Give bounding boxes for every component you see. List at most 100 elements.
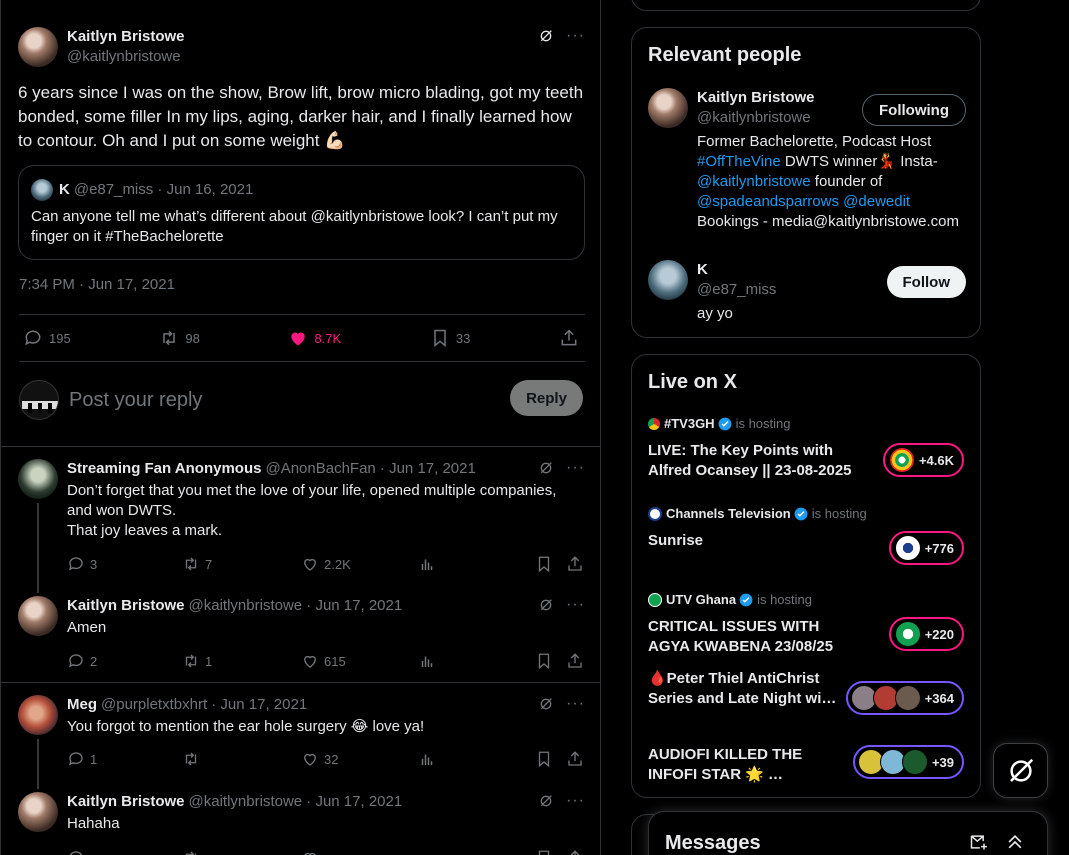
avatar[interactable] bbox=[18, 792, 58, 832]
bookmark-action[interactable] bbox=[535, 555, 553, 573]
listener-avatar bbox=[894, 685, 921, 711]
repost-action[interactable]: 7 bbox=[182, 555, 212, 573]
repost-count: 7 bbox=[205, 556, 213, 572]
grok-icon[interactable] bbox=[538, 28, 554, 44]
more-options-icon[interactable]: ··· bbox=[566, 596, 585, 614]
grok-icon[interactable] bbox=[538, 597, 554, 613]
mention-link[interactable]: @spadeandsparrows bbox=[697, 193, 839, 210]
avatar[interactable] bbox=[18, 27, 58, 67]
listener-pill[interactable]: +364 bbox=[845, 681, 964, 715]
grok-icon[interactable] bbox=[538, 793, 554, 809]
views-action[interactable] bbox=[418, 555, 436, 573]
share-icon bbox=[570, 850, 580, 855]
live-item[interactable]: 🩸Peter Thiel AntiChrist Series and Late … bbox=[648, 669, 964, 715]
more-options-icon[interactable]: ··· bbox=[566, 459, 585, 477]
repost-count: 1 bbox=[205, 653, 213, 669]
more-options-icon[interactable]: ··· bbox=[566, 792, 585, 810]
avatar[interactable] bbox=[18, 695, 58, 735]
bookmark-action[interactable] bbox=[535, 750, 553, 768]
mention-link[interactable]: @dewedit bbox=[843, 193, 910, 210]
avatar[interactable] bbox=[648, 88, 688, 128]
avatar[interactable] bbox=[648, 260, 688, 300]
share-action[interactable] bbox=[566, 849, 584, 855]
share-action[interactable] bbox=[566, 750, 584, 768]
views-action[interactable] bbox=[418, 652, 436, 670]
expand-up-icon[interactable] bbox=[1005, 832, 1025, 852]
live-item[interactable]: AUDIOFI KILLED THE INFOFI STAR 🌟 … +39 bbox=[648, 745, 964, 785]
new-message-icon[interactable] bbox=[969, 832, 989, 852]
author-name[interactable]: Streaming Fan Anonymous bbox=[67, 459, 261, 479]
listener-avatar bbox=[894, 535, 921, 561]
like-action[interactable]: 615 bbox=[301, 652, 346, 670]
reply-stat[interactable]: 195 bbox=[23, 328, 71, 348]
reply-tweet[interactable]: Streaming Fan Anonymous @AnonBachFan · J… bbox=[18, 459, 588, 593]
listener-count: +364 bbox=[924, 690, 954, 706]
avatar[interactable] bbox=[18, 459, 58, 499]
person-item[interactable]: Kaitlyn Bristowe @kaitlynbristowe Former… bbox=[648, 88, 966, 232]
following-button[interactable]: Following bbox=[862, 94, 966, 126]
live-item[interactable]: Channels Television is hosting Sunrise +… bbox=[648, 505, 964, 565]
reply-action[interactable]: 2 bbox=[67, 652, 97, 670]
listener-pill[interactable]: +776 bbox=[888, 531, 964, 565]
mention-link[interactable]: @kaitlynbristowe bbox=[697, 173, 811, 190]
tweet-timestamp[interactable]: 7:34 PM · Jun 17, 2021 bbox=[19, 276, 175, 293]
author-meta[interactable]: @kaitlynbristowe · Jun 17, 2021 bbox=[189, 792, 403, 812]
reply-count: 3 bbox=[90, 556, 98, 572]
author-meta[interactable]: @purpletxtbxhrt · Jun 17, 2021 bbox=[101, 695, 307, 715]
more-options-icon[interactable]: ··· bbox=[566, 695, 585, 713]
like-stat[interactable]: 8.7K bbox=[288, 328, 341, 348]
person-item[interactable]: K @e87_miss ay yo Follow bbox=[648, 260, 966, 324]
author-meta[interactable]: @AnonBachFan · Jun 17, 2021 bbox=[265, 459, 475, 479]
author-name[interactable]: Kaitlyn Bristowe bbox=[67, 792, 185, 812]
share-action[interactable] bbox=[566, 555, 584, 573]
author-name[interactable]: Kaitlyn Bristowe bbox=[67, 596, 185, 616]
grok-icon[interactable] bbox=[538, 696, 554, 712]
live-item[interactable]: #TV3GH is hosting LIVE: The Key Points w… bbox=[648, 415, 964, 481]
author-name[interactable]: Meg bbox=[67, 695, 97, 715]
bookmark-stat[interactable]: 33 bbox=[430, 328, 470, 348]
follow-button[interactable]: Follow bbox=[886, 266, 966, 298]
author-name[interactable]: Kaitlyn Bristowe bbox=[67, 27, 185, 47]
repost-action[interactable] bbox=[182, 750, 205, 768]
reply-tweet[interactable]: Kaitlyn Bristowe @kaitlynbristowe · Jun … bbox=[18, 792, 588, 855]
live-item[interactable]: UTV Ghana is hosting CRITICAL ISSUES WIT… bbox=[648, 591, 964, 657]
like-action[interactable]: 32 bbox=[301, 750, 338, 768]
card-title: Relevant people bbox=[648, 44, 802, 66]
bookmark-action[interactable] bbox=[535, 849, 553, 855]
like-action[interactable] bbox=[301, 849, 319, 855]
more-options-icon[interactable]: ··· bbox=[566, 27, 585, 45]
reply-input[interactable]: Post your reply bbox=[69, 389, 202, 412]
hosting-label: is hosting bbox=[735, 416, 791, 431]
reply-action[interactable] bbox=[67, 849, 85, 855]
hosting-label: is hosting bbox=[757, 592, 812, 607]
listener-pill[interactable]: +4.6K bbox=[882, 443, 964, 477]
listener-pill[interactable]: +39 bbox=[852, 745, 964, 779]
bookmark-action[interactable] bbox=[535, 652, 553, 670]
repost-action[interactable]: 1 bbox=[182, 652, 212, 670]
reply-action[interactable]: 1 bbox=[67, 750, 97, 768]
author-meta[interactable]: @kaitlynbristowe · Jun 17, 2021 bbox=[189, 596, 403, 616]
author-handle[interactable]: @kaitlynbristowe bbox=[67, 47, 185, 67]
reply-tweet[interactable]: Kaitlyn Bristowe @kaitlynbristowe · Jun … bbox=[18, 596, 588, 671]
reply-action[interactable]: 3 bbox=[67, 555, 97, 573]
like-action[interactable]: 2.2K bbox=[301, 555, 351, 573]
bookmark-icon bbox=[434, 329, 446, 348]
views-action[interactable] bbox=[418, 750, 436, 768]
quoted-tweet[interactable]: K @e87_miss · Jun 16, 2021 Can anyone te… bbox=[18, 165, 585, 260]
reply-button[interactable]: Reply bbox=[510, 380, 583, 416]
repost-action[interactable] bbox=[182, 849, 200, 855]
hashtag-link[interactable]: #OffTheVine bbox=[697, 153, 781, 170]
grok-button[interactable] bbox=[993, 743, 1048, 798]
repost-stat[interactable]: 98 bbox=[159, 328, 200, 348]
user-avatar[interactable] bbox=[19, 380, 59, 420]
avatar[interactable] bbox=[18, 596, 58, 636]
messages-drawer[interactable]: Messages bbox=[648, 811, 1048, 855]
verified-badge-icon bbox=[794, 507, 808, 521]
share-action[interactable] bbox=[566, 652, 584, 670]
grok-icon[interactable] bbox=[538, 460, 554, 476]
host-name: Channels Television bbox=[666, 506, 791, 521]
share-stat[interactable] bbox=[559, 328, 579, 348]
sidebar: Relevant people Kaitlyn Bristowe @kaitly… bbox=[631, 0, 981, 855]
listener-pill[interactable]: +220 bbox=[888, 617, 964, 651]
reply-tweet[interactable]: Meg @purpletxtbxhrt · Jun 17, 2021 ··· Y… bbox=[18, 695, 588, 789]
